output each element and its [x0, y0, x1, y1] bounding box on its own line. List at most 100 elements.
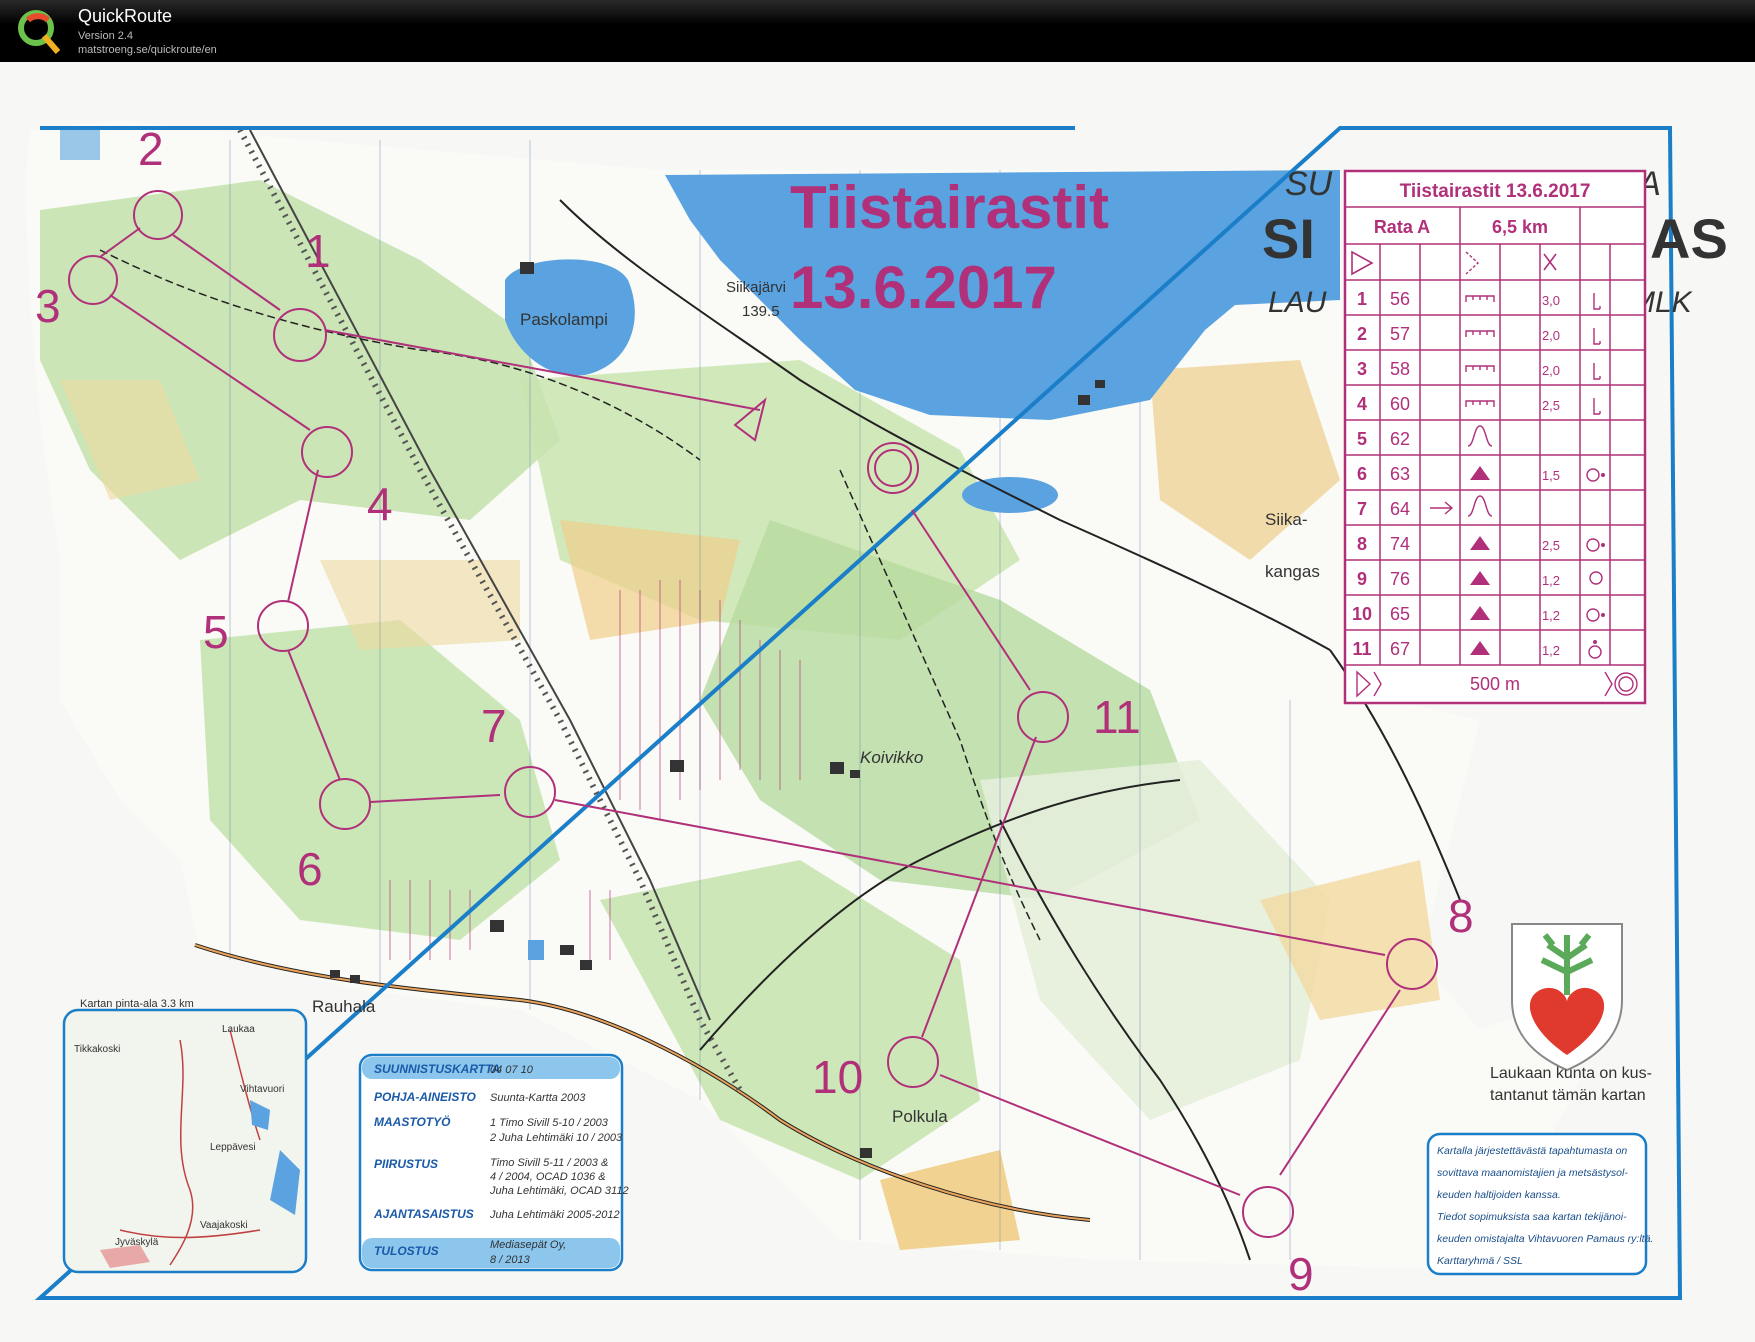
svg-text:58: 58 [1390, 359, 1410, 379]
svg-text:LAU: LAU [1268, 286, 1327, 319]
control-description-sheet: Tiistairastit 13.6.2017 Rata A 6,5 km 1 … [1343, 169, 1647, 705]
svg-text:AJANTASAISTUS: AJANTASAISTUS [373, 1207, 474, 1221]
app-title-bar: QuickRoute Version 2.4 matstroeng.se/qui… [0, 0, 1755, 62]
svg-text:1,2: 1,2 [1542, 573, 1560, 588]
svg-text:62: 62 [1390, 429, 1410, 449]
svg-text:Laukaa: Laukaa [222, 1024, 255, 1035]
svg-text:4 / 2004, OCAD 1036 &: 4 / 2004, OCAD 1036 & [490, 1171, 606, 1183]
municipality-text-line-1: Laukaan kunta on kus- [1490, 1065, 1652, 1082]
svg-text:8: 8 [1448, 890, 1474, 942]
svg-text:Tiedot sopimuksista saa kartan: Tiedot sopimuksista saa kartan tekijänoi… [1437, 1211, 1627, 1223]
svg-text:keuden omistajalta Vihtavuoren: keuden omistajalta Vihtavuoren Pamaus ry… [1437, 1233, 1653, 1245]
orienteering-map[interactable]: SU TA SI AS LAU MLK Tiistairastit 13.6.2… [0, 62, 1755, 1342]
svg-text:10: 10 [1352, 604, 1372, 624]
description-course: Rata A [1374, 217, 1430, 237]
svg-text:Jyväskylä: Jyväskylä [115, 1237, 159, 1248]
svg-text:1: 1 [305, 225, 331, 277]
svg-text:MAASTOTYÖ: MAASTOTYÖ [374, 1114, 451, 1129]
app-name: QuickRoute [78, 6, 173, 26]
svg-text:Juha Lehtimäki, OCAD 3112: Juha Lehtimäki, OCAD 3112 [489, 1185, 629, 1197]
svg-text:2,5: 2,5 [1542, 398, 1560, 413]
svg-text:65: 65 [1390, 604, 1410, 624]
svg-text:POHJA-AINEISTO: POHJA-AINEISTO [374, 1090, 476, 1104]
svg-text:Timo Sivill 5-11 / 2003 &: Timo Sivill 5-11 / 2003 & [490, 1157, 608, 1169]
inset-location-map: Kartan pinta-ala 3.3 km Tikkakoski Lauka… [62, 998, 308, 1274]
svg-text:60: 60 [1390, 394, 1410, 414]
svg-text:TULOSTUS: TULOSTUS [374, 1244, 439, 1258]
app-url: matstroeng.se/quickroute/en [78, 44, 217, 56]
svg-text:Kartan pinta-ala 3.3 km: Kartan pinta-ala 3.3 km [80, 998, 194, 1010]
svg-text:SU: SU [1285, 165, 1333, 203]
svg-text:3: 3 [1357, 359, 1367, 379]
description-length: 6,5 km [1492, 217, 1548, 237]
svg-text:3: 3 [35, 280, 61, 332]
svg-text:AS: AS [1650, 207, 1728, 270]
svg-text:1,2: 1,2 [1542, 608, 1560, 623]
land-use-notice: Kartalla järjestettävästä tapahtumasta o… [1426, 1132, 1653, 1276]
svg-text:76: 76 [1390, 569, 1410, 589]
svg-text:6: 6 [1357, 464, 1367, 484]
svg-text:Leppävesi: Leppävesi [210, 1142, 256, 1153]
svg-text:keuden haltijoiden kanssa.: keuden haltijoiden kanssa. [1437, 1189, 1561, 1201]
svg-text:Tikkakoski: Tikkakoski [74, 1044, 120, 1055]
svg-text:63: 63 [1390, 464, 1410, 484]
svg-text:67: 67 [1390, 639, 1410, 659]
svg-text:Siikajärvi: Siikajärvi [726, 279, 786, 296]
svg-text:64: 64 [1390, 499, 1410, 519]
svg-text:9: 9 [1357, 569, 1367, 589]
svg-text:Vihtavuori: Vihtavuori [240, 1084, 284, 1095]
svg-text:Rauhala: Rauhala [312, 997, 376, 1016]
svg-text:7: 7 [481, 700, 507, 752]
svg-text:5: 5 [1357, 429, 1367, 449]
svg-text:SUUNNISTUSKARTTA: SUUNNISTUSKARTTA [374, 1062, 500, 1076]
svg-text:10: 10 [812, 1051, 863, 1103]
description-title: Tiistairastit 13.6.2017 [1400, 181, 1591, 202]
svg-text:Karttaryhmä / SSL: Karttaryhmä / SSL [1437, 1255, 1523, 1267]
svg-text:74: 74 [1390, 534, 1410, 554]
svg-text:Polkula: Polkula [892, 1107, 948, 1126]
svg-text:139.5: 139.5 [742, 303, 780, 320]
svg-text:SI: SI [1262, 207, 1315, 270]
svg-text:9: 9 [1288, 1248, 1314, 1300]
map-credits-box: SUUNNISTUSKARTTA POHJA-AINEISTO MAASTOTY… [358, 1053, 629, 1272]
municipality-text-line-2: tantanut tämän kartan [1490, 1087, 1646, 1104]
svg-text:5: 5 [203, 606, 229, 658]
svg-text:Koivikko: Koivikko [860, 748, 923, 767]
svg-text:2: 2 [138, 123, 164, 175]
svg-text:56: 56 [1390, 289, 1410, 309]
svg-text:57: 57 [1390, 324, 1410, 344]
app-version: Version 2.4 [78, 30, 134, 42]
svg-text:Siika-: Siika- [1265, 510, 1308, 529]
svg-text:Juha Lehtimäki 2005-2012: Juha Lehtimäki 2005-2012 [489, 1209, 620, 1221]
svg-text:sovittava maanomistajien ja me: sovittava maanomistajien ja metsästysol- [1437, 1167, 1628, 1179]
svg-text:04 07 10: 04 07 10 [490, 1064, 534, 1076]
svg-text:7: 7 [1357, 499, 1367, 519]
svg-text:kangas: kangas [1265, 562, 1320, 581]
svg-text:Suunta-Kartta 2003: Suunta-Kartta 2003 [490, 1092, 586, 1104]
svg-text:2: 2 [1357, 324, 1367, 344]
svg-text:2,0: 2,0 [1542, 363, 1560, 378]
svg-text:1 Timo Sivill 5-10 / 2003: 1 Timo Sivill 5-10 / 2003 [490, 1117, 609, 1129]
svg-text:1,2: 1,2 [1542, 643, 1560, 658]
svg-text:PIIRUSTUS: PIIRUSTUS [374, 1157, 438, 1171]
svg-text:Paskolampi: Paskolampi [520, 310, 608, 329]
svg-text:Kartalla järjestettävästä tapa: Kartalla järjestettävästä tapahtumasta o… [1437, 1145, 1627, 1157]
svg-text:Vaajakoski: Vaajakoski [200, 1220, 248, 1231]
svg-text:1,5: 1,5 [1542, 468, 1560, 483]
quickroute-logo-icon [18, 10, 61, 54]
svg-text:8: 8 [1357, 534, 1367, 554]
svg-text:2,0: 2,0 [1542, 328, 1560, 343]
svg-text:11: 11 [1093, 691, 1141, 743]
svg-text:8 / 2013: 8 / 2013 [490, 1254, 531, 1266]
svg-text:6: 6 [297, 843, 323, 895]
svg-text:2,5: 2,5 [1542, 538, 1560, 553]
svg-text:3,0: 3,0 [1542, 293, 1560, 308]
svg-text:4: 4 [1357, 394, 1367, 414]
svg-text:4: 4 [367, 478, 393, 530]
event-title-line-1: Tiistairastit [790, 174, 1109, 241]
svg-text:Mediasepät Oy,: Mediasepät Oy, [490, 1239, 566, 1251]
event-title-line-2: 13.6.2017 [790, 254, 1057, 321]
svg-text:2 Juha Lehtimäki 10 / 2003: 2 Juha Lehtimäki 10 / 2003 [489, 1132, 623, 1144]
svg-text:11: 11 [1352, 639, 1371, 659]
finish-distance: 500 m [1470, 674, 1520, 694]
